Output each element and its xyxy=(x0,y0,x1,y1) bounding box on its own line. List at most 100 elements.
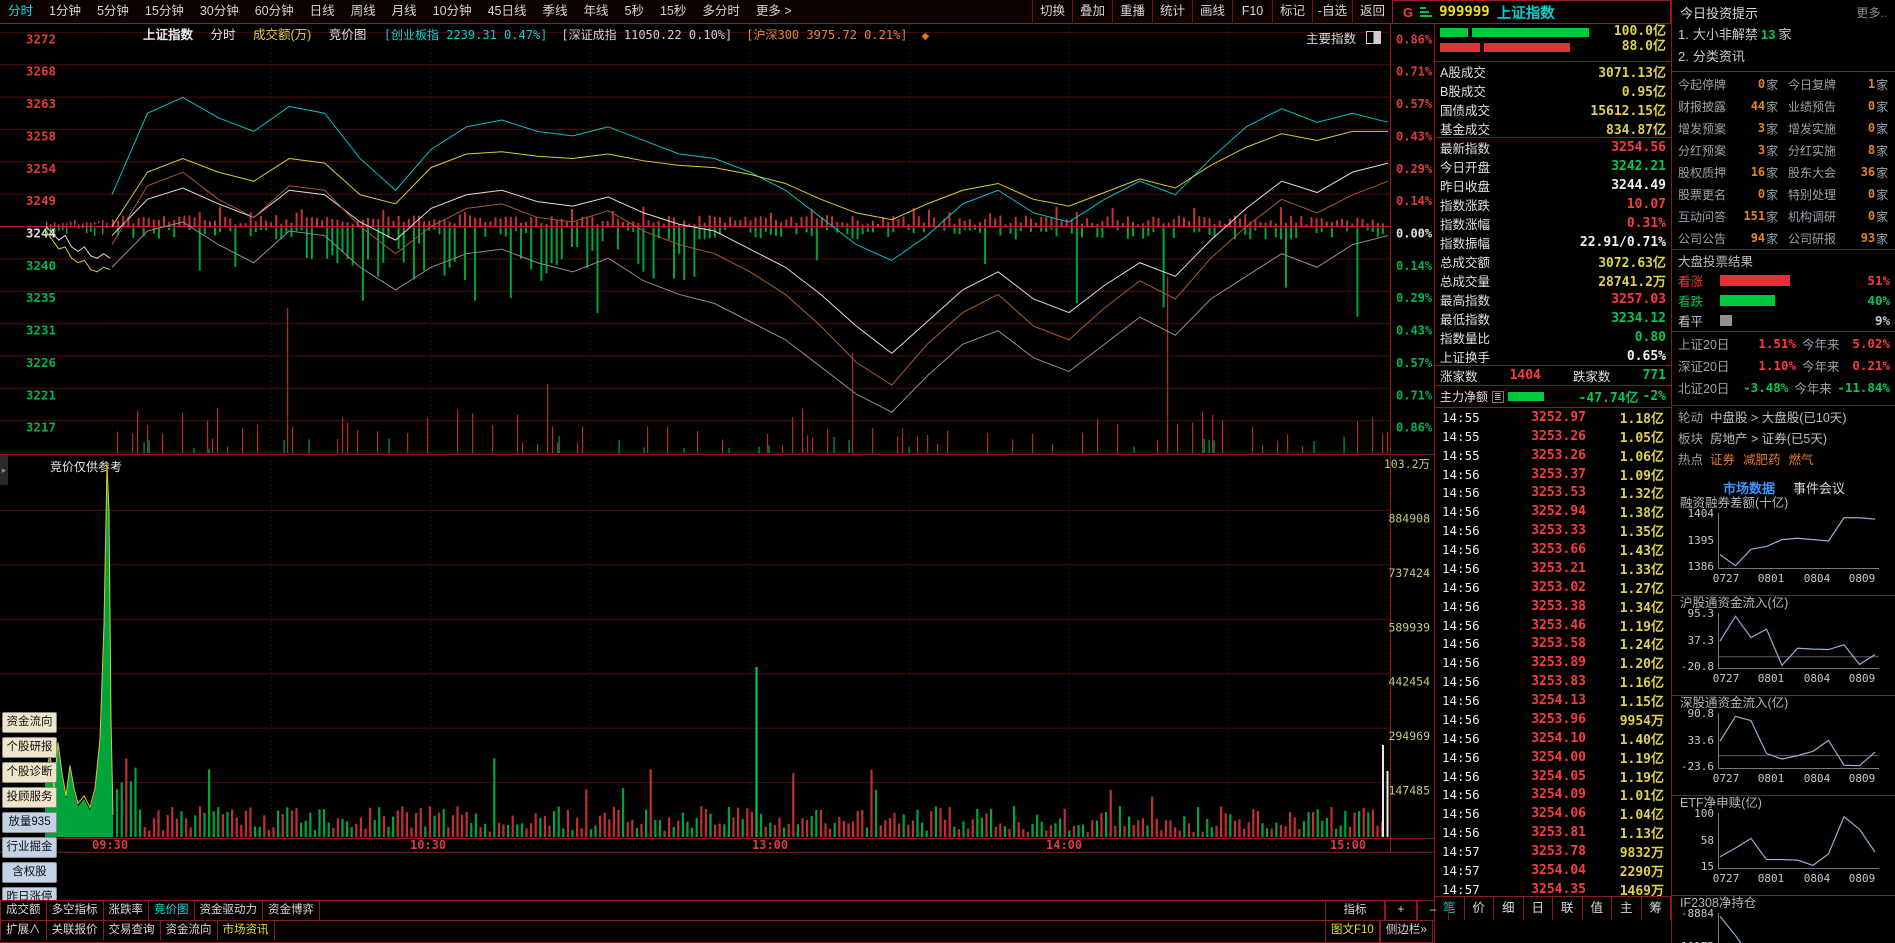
menu-period-15分钟[interactable]: 15分钟 xyxy=(137,0,192,23)
bottom-control-–[interactable]: – xyxy=(1417,901,1449,920)
infobar-ticker-2[interactable]: [沪深300 3975.72 0.21%] xyxy=(746,28,907,42)
event-row[interactable]: 增发预案 3 家增发实施 0 家 xyxy=(1678,117,1890,139)
bottom-tab-资金博弈[interactable]: 资金博弈 xyxy=(263,901,320,920)
menu-period-45日线[interactable]: 45日线 xyxy=(480,0,535,23)
bottom-control-侧边栏»[interactable]: 侧边栏» xyxy=(1379,921,1433,942)
hot-item[interactable]: 燃气 xyxy=(1789,449,1814,468)
list-icon[interactable]: ≣ xyxy=(1492,390,1504,403)
menu-period-1分钟[interactable]: 1分钟 xyxy=(41,0,89,23)
sidebar-button-含权股[interactable]: 含权股 xyxy=(2,862,57,883)
infobar-ticker-0[interactable]: [创业板指 2239.31 0.47%] xyxy=(384,28,548,42)
menu-period-5分钟[interactable]: 5分钟 xyxy=(89,0,137,23)
menu-period-15秒[interactable]: 15秒 xyxy=(652,0,694,23)
tick-row[interactable]: 14:56 3253.37 1.09亿 xyxy=(1435,465,1671,484)
tip-row[interactable]: 2. 分类资讯 xyxy=(1678,46,1890,68)
tick-tab-细[interactable]: 细 xyxy=(1494,897,1524,920)
menu-tool-画线[interactable]: 画线 xyxy=(1192,0,1232,24)
tick-row[interactable]: 14:56 3253.02 1.27亿 xyxy=(1435,578,1671,597)
sidebar-button-个股诊断[interactable]: 个股诊断 xyxy=(2,762,57,783)
tick-row[interactable]: 14:56 3254.06 1.04亿 xyxy=(1435,804,1671,823)
infobar-mode[interactable]: 分时 xyxy=(211,28,236,42)
tick-row[interactable]: 14:55 3253.26 1.06亿 xyxy=(1435,446,1671,465)
bottom-tab-资金流向[interactable]: 资金流向 xyxy=(161,921,218,940)
event-row[interactable]: 互动问答 151 家机构调研 0 家 xyxy=(1678,205,1890,227)
bottom-tab-涨跌率[interactable]: 涨跌率 xyxy=(104,901,149,920)
tick-tab-值[interactable]: 值 xyxy=(1583,897,1612,920)
tick-row[interactable]: 14:55 3252.97 1.18亿 xyxy=(1435,408,1671,427)
infobar-ticker-1[interactable]: [深证成指 11050.22 0.10%] xyxy=(561,28,732,42)
sidebar-collapse-handle[interactable]: ▸ xyxy=(0,455,8,485)
intraday-chart[interactable]: 3277327232683263325832543249324432403235… xyxy=(0,0,1434,853)
tick-row[interactable]: 14:57 3254.35 1469万 xyxy=(1435,880,1671,896)
tick-row[interactable]: 14:57 3254.04 2290万 xyxy=(1435,861,1671,880)
menu-period-周线[interactable]: 周线 xyxy=(343,0,384,23)
sidebar-button-资金流向[interactable]: 资金流向 xyxy=(2,712,57,733)
sidebar-button-投顾服务[interactable]: 投顾服务 xyxy=(2,787,57,808)
menu-period-季线[interactable]: 季线 xyxy=(535,0,576,23)
menu-period-多分时[interactable]: 多分时 xyxy=(694,0,748,23)
overlay-index-toggle[interactable]: 主要指数 xyxy=(1306,29,1382,46)
menu-period-5秒[interactable]: 5秒 xyxy=(617,0,652,23)
bottom-control-指标[interactable]: 指标 xyxy=(1325,901,1385,920)
tick-row[interactable]: 14:56 3253.58 1.24亿 xyxy=(1435,635,1671,653)
tick-row[interactable]: 14:56 3253.33 1.35亿 xyxy=(1435,521,1671,540)
bottom-tab-竞价图[interactable]: 竞价图 xyxy=(149,901,195,920)
tick-row[interactable]: 14:56 3254.00 1.19亿 xyxy=(1435,748,1671,767)
menu-period-30分钟[interactable]: 30分钟 xyxy=(192,0,247,23)
tick-row[interactable]: 14:56 3254.10 1.40亿 xyxy=(1435,729,1671,748)
infobar-auction-link[interactable]: 竞价图 xyxy=(329,28,367,42)
event-row[interactable]: 股权质押 16 家股东大会 36 家 xyxy=(1678,161,1890,183)
tick-tab-价[interactable]: 价 xyxy=(1465,897,1494,920)
tick-row[interactable]: 14:56 3254.05 1.19亿 xyxy=(1435,767,1671,786)
overlay-panel-icon[interactable] xyxy=(1366,30,1382,44)
menu-period-年线[interactable]: 年线 xyxy=(576,0,617,23)
menu-tool-F10[interactable]: F10 xyxy=(1232,0,1272,24)
menu-period-月线[interactable]: 月线 xyxy=(384,0,425,23)
menu-tool-标记[interactable]: 标记 xyxy=(1272,0,1312,24)
menu-period-60分钟[interactable]: 60分钟 xyxy=(247,0,302,23)
tick-row[interactable]: 14:56 3253.83 1.16亿 xyxy=(1435,672,1671,691)
sidebar-button-个股研报[interactable]: 个股研报 xyxy=(2,737,57,758)
tick-row[interactable]: 14:56 3253.53 1.32亿 xyxy=(1435,484,1671,502)
tick-tab-联[interactable]: 联 xyxy=(1553,897,1583,920)
event-row[interactable]: 今起停牌 0 家今日复牌 1 家 xyxy=(1678,73,1890,95)
tick-row[interactable]: 14:56 3253.66 1.43亿 xyxy=(1435,540,1671,559)
bottom-tab-多空指标[interactable]: 多空指标 xyxy=(47,901,104,920)
bottom-tab-成交额[interactable]: 成交额 xyxy=(0,901,47,920)
tick-row[interactable]: 14:56 3253.46 1.19亿 xyxy=(1435,616,1671,635)
bottom-tab-资金驱动力[interactable]: 资金驱动力 xyxy=(195,901,263,920)
more-link[interactable]: 更多.. xyxy=(1856,4,1887,21)
tick-row[interactable]: 14:55 3253.26 1.05亿 xyxy=(1435,427,1671,446)
bottom-control-图文F10[interactable]: 图文F10 xyxy=(1325,921,1380,942)
infobar-metric[interactable]: 成交额(万) xyxy=(253,28,311,42)
tick-row[interactable]: 14:56 3253.21 1.33亿 xyxy=(1435,559,1671,578)
tab-events[interactable]: 事件会议 xyxy=(1793,478,1845,497)
stock-code[interactable]: 999999 xyxy=(1439,4,1490,20)
index-name[interactable]: 上证指数 xyxy=(1497,2,1555,23)
menu-tool-重播[interactable]: 重播 xyxy=(1112,0,1152,24)
hot-item[interactable]: 减肥药 xyxy=(1743,449,1781,468)
menu-period-10分钟[interactable]: 10分钟 xyxy=(425,0,480,23)
menu-period-分时[interactable]: 分时 xyxy=(0,0,41,23)
menu-period-更多 >[interactable]: 更多 > xyxy=(748,0,800,23)
event-row[interactable]: 财报披露 44 家业绩预告 0 家 xyxy=(1678,95,1890,117)
event-row[interactable]: 分红预案 3 家分红实施 8 家 xyxy=(1678,139,1890,161)
bottom-control-+[interactable]: + xyxy=(1385,901,1417,920)
bottom-tab-交易查询[interactable]: 交易查询 xyxy=(104,921,161,940)
bottom-tab-市场资讯[interactable]: 市场资讯 xyxy=(218,921,275,940)
tick-row[interactable]: 14:56 3253.38 1.34亿 xyxy=(1435,597,1671,616)
sidebar-button-行业掘金[interactable]: 行业掘金 xyxy=(2,837,57,858)
bottom-tab-扩展∧[interactable]: 扩展∧ xyxy=(0,921,47,940)
menu-tool--自选[interactable]: -自选 xyxy=(1312,0,1352,24)
tick-row[interactable]: 14:56 3253.96 9954万 xyxy=(1435,710,1671,729)
tick-row[interactable]: 14:56 3253.89 1.20亿 xyxy=(1435,653,1671,672)
menu-period-日线[interactable]: 日线 xyxy=(302,0,343,23)
tick-row[interactable]: 14:56 3252.94 1.38亿 xyxy=(1435,502,1671,521)
menu-tool-返回[interactable]: 返回 xyxy=(1352,0,1392,24)
tick-tab-日[interactable]: 日 xyxy=(1524,897,1553,920)
sidebar-button-放量935[interactable]: 放量935 xyxy=(2,812,57,833)
event-row[interactable]: 股票更名 0 家特别处理 0 家 xyxy=(1678,183,1890,205)
event-row[interactable]: 公司公告 94 家公司研报 93 家 xyxy=(1678,227,1890,249)
menu-tool-统计[interactable]: 统计 xyxy=(1152,0,1192,24)
tick-row[interactable]: 14:57 3253.78 9832万 xyxy=(1435,842,1671,861)
